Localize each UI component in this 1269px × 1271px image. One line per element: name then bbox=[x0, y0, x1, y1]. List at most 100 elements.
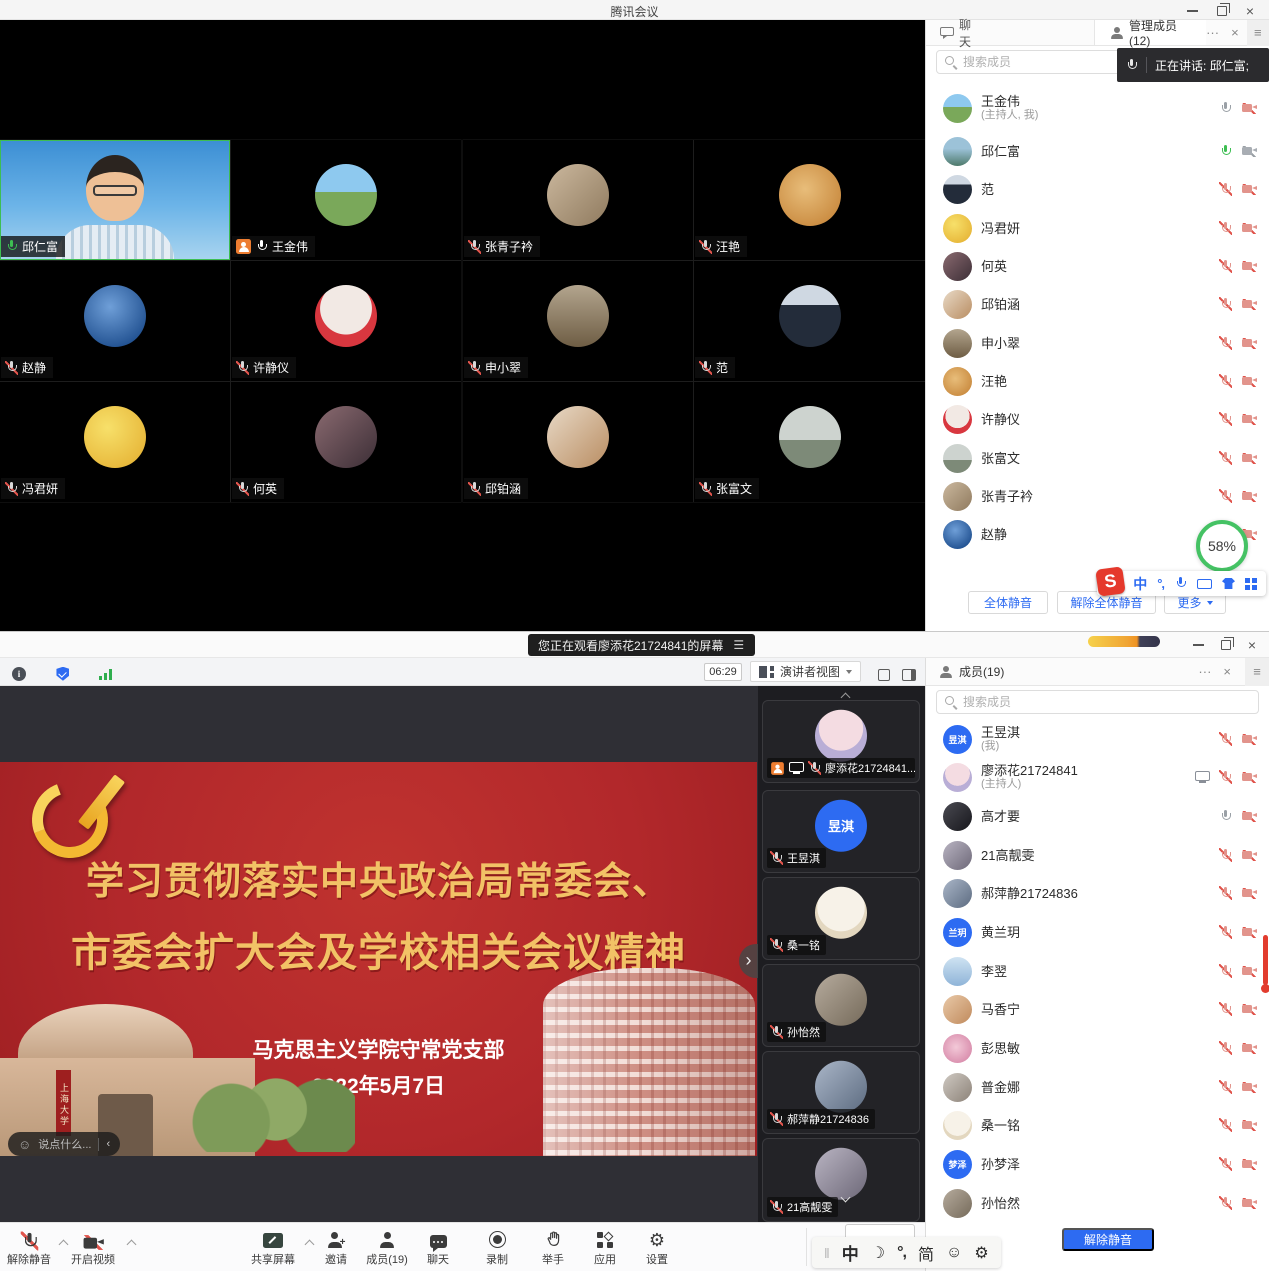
mic-muted-icon[interactable] bbox=[1219, 182, 1232, 196]
titlebar[interactable]: 您正在观看廖添花21724841的屏幕 ☰ × bbox=[0, 632, 1269, 658]
fullscreen-button[interactable] bbox=[878, 666, 890, 684]
camera-off-icon[interactable] bbox=[1241, 146, 1257, 157]
close-button[interactable]: × bbox=[1239, 638, 1265, 652]
chat-quickbar[interactable]: ☺ 说点什么... ‹ bbox=[8, 1132, 120, 1156]
video-tile[interactable]: 王金伟 bbox=[231, 140, 461, 260]
members-button[interactable]: 成员(19) bbox=[358, 1228, 416, 1267]
settings-button[interactable]: ⚙ 设置 bbox=[628, 1228, 686, 1267]
mic-muted-icon[interactable] bbox=[1219, 489, 1232, 503]
member-row[interactable]: 申小翠 bbox=[926, 324, 1269, 362]
search-input[interactable] bbox=[963, 695, 1250, 709]
video-tile[interactable]: 许静仪 bbox=[231, 261, 461, 381]
toggle-sidebar-button[interactable] bbox=[902, 666, 916, 684]
member-row[interactable]: 孙怡然 bbox=[926, 1184, 1269, 1222]
network-signal-icon[interactable] bbox=[99, 669, 112, 680]
mic-muted-icon[interactable] bbox=[1219, 886, 1232, 900]
member-row[interactable]: 桑一铭 bbox=[926, 1106, 1269, 1144]
mic-muted-icon[interactable] bbox=[1219, 259, 1232, 273]
ime-skin-icon[interactable] bbox=[1222, 578, 1235, 589]
ime-voice-icon[interactable] bbox=[1174, 577, 1187, 591]
meeting-info-icon[interactable]: i bbox=[12, 667, 26, 681]
video-tile[interactable]: 冯君妍 bbox=[0, 382, 230, 502]
camera-off-icon[interactable] bbox=[1241, 734, 1257, 745]
ime-fullhalf-icon[interactable]: ☽ bbox=[871, 1243, 885, 1263]
camera-off-icon[interactable] bbox=[1241, 414, 1257, 425]
close-button[interactable]: × bbox=[1237, 4, 1263, 18]
mic-muted-icon[interactable] bbox=[1219, 297, 1232, 311]
member-row[interactable]: 许静仪 bbox=[926, 400, 1269, 438]
mic-muted-icon[interactable] bbox=[1219, 925, 1232, 939]
camera-off-icon[interactable] bbox=[1241, 1043, 1257, 1054]
ime-status-bar[interactable]: ‖ 中 ☽ °, 简 ☺ ⚙ bbox=[812, 1237, 1001, 1268]
video-thumbnail[interactable]: 21高靓雯 bbox=[762, 1138, 920, 1222]
camera-off-icon[interactable] bbox=[1241, 1198, 1257, 1209]
panel-menu-icon[interactable]: ≡ bbox=[1247, 20, 1269, 46]
camera-off-icon[interactable] bbox=[1241, 338, 1257, 349]
member-row[interactable]: 兰玥 黄兰玥 bbox=[926, 913, 1269, 951]
member-search[interactable] bbox=[936, 690, 1259, 714]
invite-button[interactable]: + 邀请 bbox=[307, 1228, 365, 1267]
video-thumbnail[interactable]: 昱淇 王昱淇 bbox=[762, 790, 920, 873]
restore-button[interactable] bbox=[1209, 4, 1235, 18]
minimize-button[interactable] bbox=[1185, 638, 1211, 652]
mic-on-icon[interactable] bbox=[1219, 101, 1232, 115]
video-tile[interactable]: 张青子衿 bbox=[463, 140, 693, 260]
mic-muted-icon[interactable] bbox=[1219, 336, 1232, 350]
camera-off-icon[interactable] bbox=[1241, 491, 1257, 502]
video-tile[interactable]: 汪艳 bbox=[694, 140, 925, 260]
mic-muted-icon[interactable] bbox=[1219, 848, 1232, 862]
ime-toolbox-icon[interactable] bbox=[1245, 578, 1257, 590]
member-row[interactable]: 马香宁 bbox=[926, 990, 1269, 1028]
collapse-left-icon[interactable]: ‹ bbox=[106, 1138, 110, 1150]
video-tile[interactable]: 何英 bbox=[231, 382, 461, 502]
record-button[interactable]: 录制 bbox=[468, 1228, 526, 1267]
mic-muted-icon[interactable] bbox=[1219, 374, 1232, 388]
camera-off-icon[interactable] bbox=[1241, 811, 1257, 822]
member-row[interactable]: 冯君妍 bbox=[926, 209, 1269, 247]
emoji-icon[interactable]: ☺ bbox=[18, 1137, 31, 1152]
video-tile[interactable]: 赵静 bbox=[0, 261, 230, 381]
camera-off-icon[interactable] bbox=[1241, 184, 1257, 195]
camera-off-icon[interactable] bbox=[1241, 261, 1257, 272]
member-row[interactable]: 邱仁富 bbox=[926, 132, 1269, 170]
member-row[interactable]: 张富文 bbox=[926, 439, 1269, 477]
video-tile[interactable]: 张富文 bbox=[694, 382, 925, 502]
camera-off-icon[interactable] bbox=[1241, 376, 1257, 387]
ime-toolbar[interactable]: S 中 °, bbox=[1097, 571, 1266, 596]
close-panel-icon[interactable]: × bbox=[1231, 25, 1239, 40]
video-thumbnail[interactable]: 廖添花21724841... bbox=[762, 700, 920, 783]
video-tile[interactable]: 申小翠 bbox=[463, 261, 693, 381]
mic-speaking-icon[interactable] bbox=[1219, 144, 1232, 158]
mic-muted-icon[interactable] bbox=[1219, 1196, 1232, 1210]
member-row[interactable]: 张青子衿 bbox=[926, 477, 1269, 515]
mic-on-icon[interactable] bbox=[1219, 809, 1232, 823]
video-options-chevron-icon[interactable] bbox=[127, 1240, 137, 1250]
tab-manage-members[interactable]: 管理成员(12) bbox=[1094, 20, 1206, 45]
member-row[interactable]: 王金伟(主持人, 我) bbox=[926, 86, 1269, 130]
video-thumbnail[interactable]: 郝萍静21724836 bbox=[762, 1051, 920, 1134]
titlebar[interactable]: 腾讯会议 × bbox=[0, 0, 1269, 20]
camera-off-icon[interactable] bbox=[1241, 1120, 1257, 1131]
close-panel-icon[interactable]: × bbox=[1223, 664, 1231, 679]
security-shield-icon[interactable] bbox=[56, 667, 69, 681]
start-video-button[interactable]: 开启视频 bbox=[64, 1228, 122, 1267]
camera-off-icon[interactable] bbox=[1241, 223, 1257, 234]
ime-punctuation-toggle[interactable]: °, bbox=[897, 1244, 906, 1262]
video-thumbnail[interactable]: 桑一铭 bbox=[762, 877, 920, 960]
mic-muted-icon[interactable] bbox=[1219, 1118, 1232, 1132]
member-row[interactable]: 范 bbox=[926, 170, 1269, 208]
camera-off-icon[interactable] bbox=[1241, 103, 1257, 114]
member-row[interactable]: 李翌 bbox=[926, 952, 1269, 990]
ime-language-toggle[interactable]: 中 bbox=[842, 1240, 859, 1265]
member-row[interactable]: 21高靓雯 bbox=[926, 836, 1269, 874]
mic-muted-icon[interactable] bbox=[1219, 732, 1232, 746]
ime-emoji-icon[interactable]: ☺ bbox=[946, 1244, 962, 1262]
camera-off-icon[interactable] bbox=[1241, 1004, 1257, 1015]
restore-button[interactable] bbox=[1213, 638, 1239, 652]
video-tile[interactable]: 邱仁富 bbox=[0, 140, 230, 260]
member-row[interactable]: 梦泽 孙梦泽 bbox=[926, 1145, 1269, 1183]
video-tile[interactable]: 范 bbox=[694, 261, 925, 381]
camera-off-icon[interactable] bbox=[1241, 453, 1257, 464]
share-screen-button[interactable]: 共享屏幕 bbox=[244, 1228, 302, 1267]
mute-all-button[interactable]: 全体静音 bbox=[968, 591, 1048, 614]
